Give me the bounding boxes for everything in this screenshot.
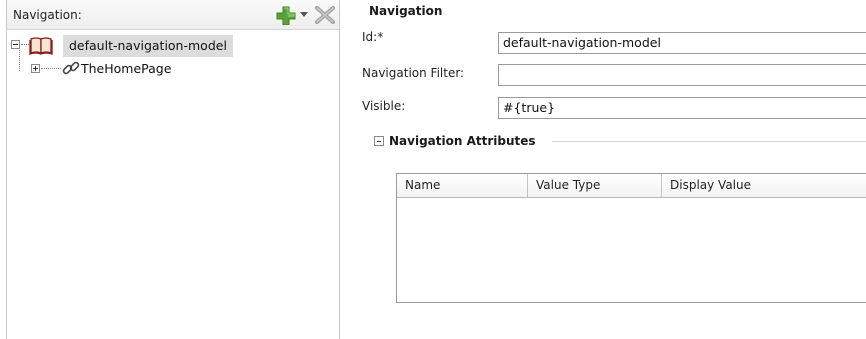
visible-label: Visible: [362, 99, 406, 113]
table-header: Name Value Type Display Value [397, 174, 866, 198]
id-field[interactable]: default-navigation-model [498, 32, 866, 54]
navigation-filter-field[interactable] [498, 64, 866, 86]
tree-node-label[interactable]: default-navigation-model [63, 35, 233, 57]
attributes-table[interactable]: Name Value Type Display Value [396, 173, 866, 303]
tree-connector [21, 44, 29, 45]
column-header-value-type[interactable]: Value Type [528, 174, 662, 197]
tree-connector-vertical [19, 50, 20, 71]
id-label: Id:* [362, 30, 384, 44]
navigation-filter-label: Navigation Filter: [362, 66, 465, 80]
collapse-node-icon[interactable] [11, 40, 20, 49]
tree-node-label[interactable]: TheHomePage [81, 59, 171, 79]
attributes-section-title: Navigation Attributes [389, 134, 536, 148]
book-icon [29, 35, 53, 55]
tree-connector [41, 68, 61, 69]
collapse-section-icon[interactable] [374, 136, 384, 146]
chevron-down-icon [300, 12, 308, 17]
expand-node-icon[interactable] [31, 64, 40, 73]
navigation-tree-panel: Navigation: default-navigation-model The… [6, 0, 340, 339]
panel-header: Navigation: [7, 0, 339, 30]
section-title: Navigation [369, 4, 443, 18]
link-icon [61, 59, 81, 79]
column-header-name[interactable]: Name [397, 174, 528, 197]
visible-field[interactable]: #{true} [498, 97, 866, 119]
add-button[interactable] [275, 5, 309, 26]
section-divider [552, 141, 866, 142]
panel-title: Navigation: [13, 8, 82, 22]
delete-button[interactable] [314, 5, 336, 25]
column-header-display-value[interactable]: Display Value [662, 174, 866, 197]
close-icon [315, 6, 335, 24]
